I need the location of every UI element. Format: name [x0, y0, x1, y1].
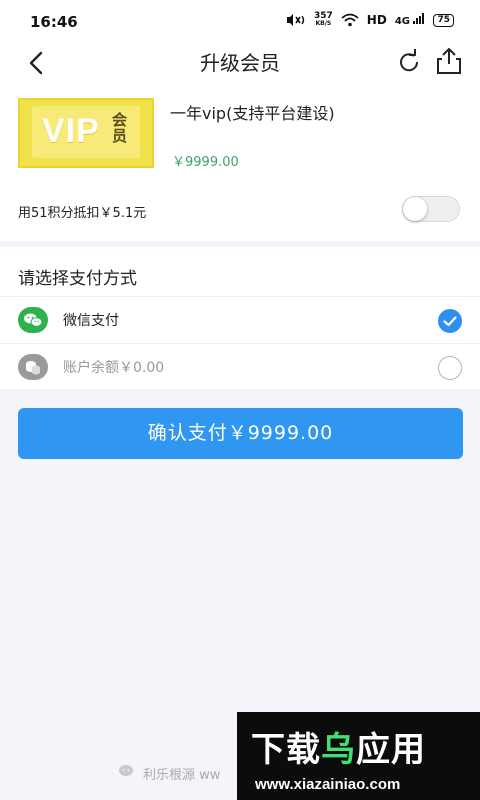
- battery-indicator: 75: [433, 13, 454, 27]
- wechat-icon: [18, 307, 48, 333]
- payment-title: 请选择支付方式: [18, 269, 137, 289]
- payment-section: 请选择支付方式 微信支付 账户余额￥0.00: [0, 247, 480, 389]
- refresh-icon[interactable]: [396, 48, 422, 76]
- mute-vibrate-icon: [287, 14, 305, 26]
- points-toggle[interactable]: [402, 196, 460, 222]
- product-name: 一年vip(支持平台建设): [170, 104, 335, 123]
- vip-product-image: VIP 会员: [18, 98, 154, 168]
- watermark-url: www.xiazainiao.com: [255, 776, 401, 793]
- coins-icon: [18, 354, 48, 380]
- wechat-pay-label: 微信支付: [63, 313, 119, 329]
- signal-bars-icon: [413, 13, 425, 24]
- signal-indicator: 4G: [395, 13, 426, 27]
- product-price: ￥9999.00: [172, 155, 239, 170]
- status-icons: 357 KB/S HD 4G 75: [286, 12, 454, 28]
- payment-option-wechat[interactable]: 微信支付: [0, 297, 480, 343]
- toggle-knob: [403, 197, 427, 221]
- radio-unchecked-icon[interactable]: [438, 356, 462, 380]
- account-balance-label: 账户余额￥0.00: [63, 360, 165, 376]
- chat-bubble-icon: [119, 765, 133, 776]
- payment-option-balance[interactable]: 账户余额￥0.00: [0, 344, 480, 390]
- points-deduction-label: 用51积分抵扣￥5.1元: [18, 206, 147, 221]
- watermark-title: 下载乌应用: [251, 730, 426, 770]
- nav-header: 升级会员: [0, 40, 480, 88]
- confirm-payment-button[interactable]: 确认支付￥9999.00: [18, 408, 463, 459]
- radio-checked-icon[interactable]: [438, 309, 462, 333]
- site-watermark: 下载乌应用 www.xiazainiao.com: [237, 712, 480, 800]
- footer-credit: 利乐根源 ww: [143, 768, 221, 783]
- net-speed: 357 KB/S: [314, 11, 333, 28]
- product-card: VIP 会员 一年vip(支持平台建设) ￥9999.00 用51积分抵扣￥5.…: [0, 88, 480, 241]
- wifi-icon: [341, 13, 359, 27]
- status-bar: 16:46 357 KB/S HD 4G 75: [0, 0, 480, 40]
- share-icon[interactable]: [435, 46, 463, 76]
- hd-indicator: HD: [366, 13, 387, 27]
- status-time: 16:46: [30, 13, 78, 31]
